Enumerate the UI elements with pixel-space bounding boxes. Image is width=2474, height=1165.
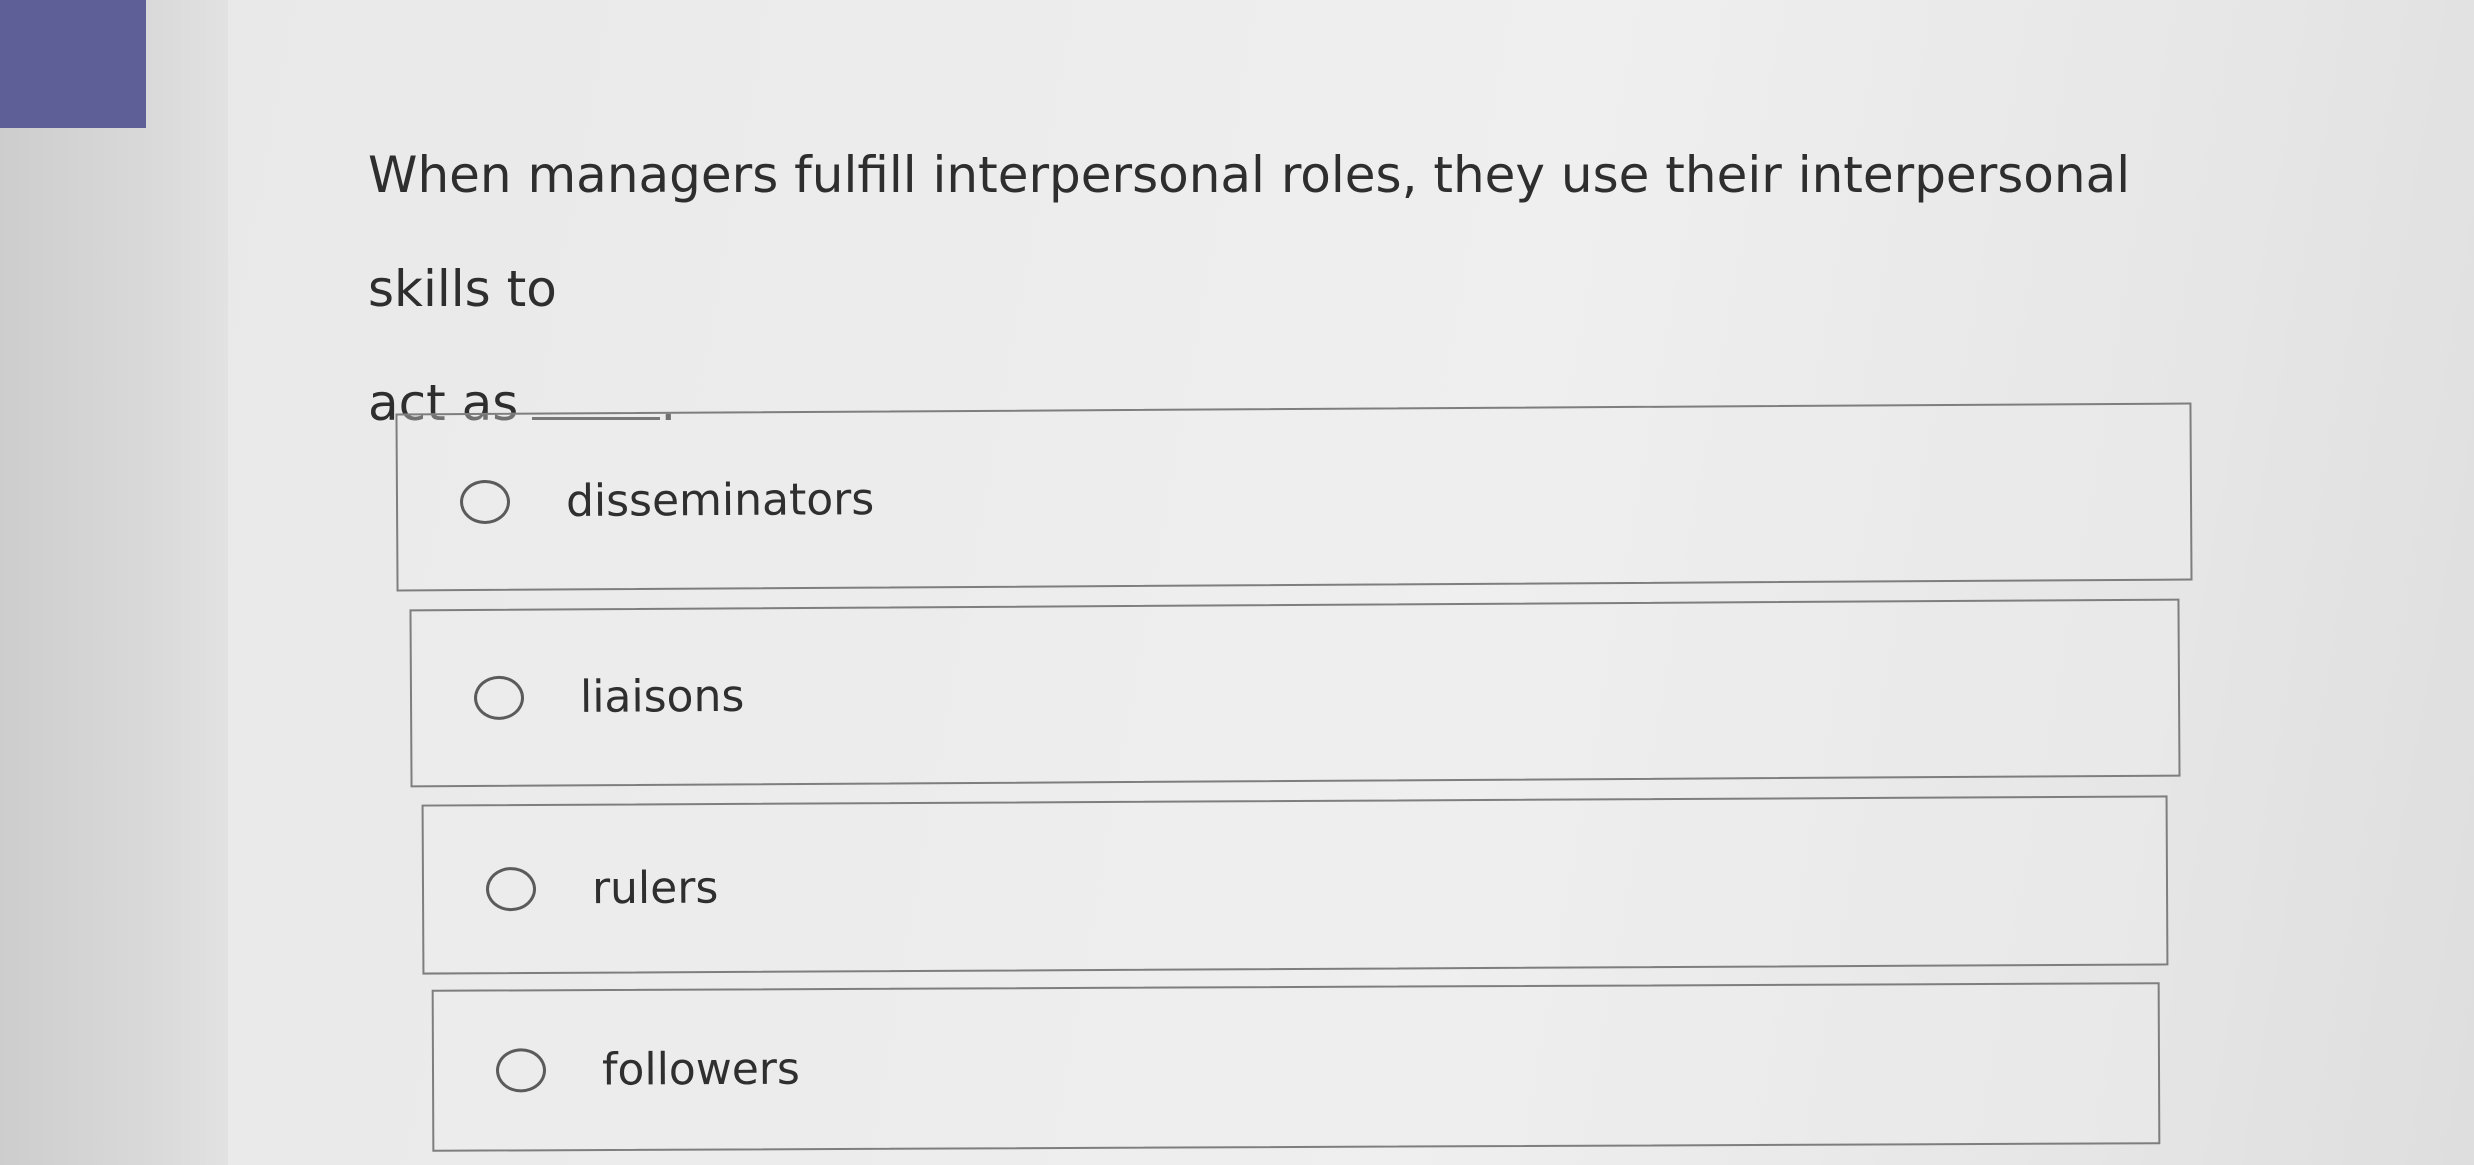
option-label: rulers (591, 862, 719, 915)
option-liaisons[interactable]: liaisons (409, 598, 2181, 788)
radio-button[interactable] (459, 479, 511, 525)
option-label: disseminators (565, 474, 875, 527)
left-margin (0, 0, 228, 1165)
radio-button[interactable] (485, 866, 537, 912)
question-line-1: When managers fulfill interpersonal role… (368, 146, 2131, 318)
radio-button[interactable] (473, 675, 525, 721)
option-label: followers (601, 1043, 800, 1096)
option-disseminators[interactable]: disseminators (395, 402, 2193, 592)
option-rulers[interactable]: rulers (421, 795, 2169, 975)
option-label: liaisons (579, 670, 745, 723)
radio-button[interactable] (495, 1048, 547, 1093)
nav-accent-bar (0, 0, 146, 128)
option-followers[interactable]: followers (431, 982, 2161, 1152)
